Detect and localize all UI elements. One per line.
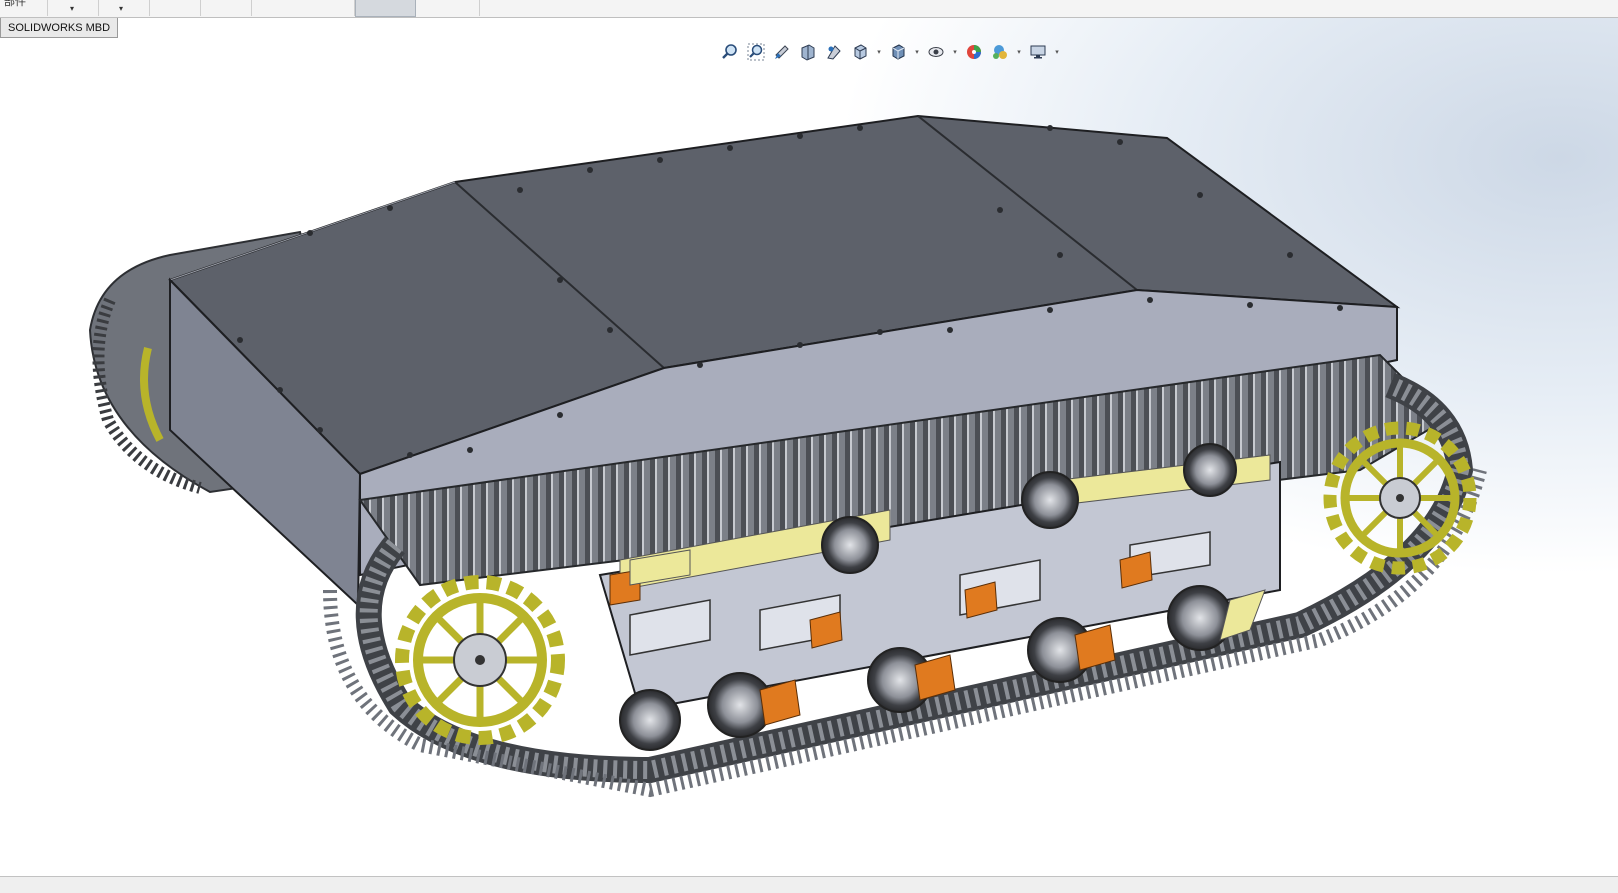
toolbar-slot-4[interactable] (416, 0, 480, 16)
display-state-dropdown[interactable]: ▾ (99, 0, 150, 16)
chevron-down-icon: ▾ (70, 4, 75, 13)
toolbar-slot-3[interactable] (252, 0, 355, 16)
command-manager-strip: 部件 ▾ ▾ (0, 0, 1618, 18)
mbd-tab-label: SOLIDWORKS MBD (8, 22, 111, 34)
solidworks-mbd-tab[interactable]: SOLIDWORKS MBD (0, 18, 119, 38)
view-settings-icon[interactable] (1026, 41, 1050, 63)
tracked-chassis-model[interactable] (0, 18, 1618, 876)
front-sprocket (1323, 421, 1477, 575)
section-view-icon[interactable] (796, 41, 820, 63)
previous-view-icon[interactable] (770, 41, 794, 63)
status-bar (0, 876, 1618, 893)
toolbar-slot-active[interactable] (355, 0, 416, 17)
part-tab[interactable]: 部件 (0, 0, 48, 16)
toolbar-slot-1[interactable] (150, 0, 201, 16)
rear-sprocket (395, 575, 565, 745)
display-style-dropdown[interactable]: ▾ (912, 41, 922, 63)
view-orientation-dropdown[interactable]: ▾ (874, 41, 884, 63)
zoom-to-fit-icon[interactable] (718, 41, 742, 63)
view-orientation-icon[interactable] (848, 41, 872, 63)
hide-show-items-icon[interactable] (924, 41, 948, 63)
graphics-area[interactable]: SOLIDWORKS MBD ▾ ▾ ▾ ▾ ▾ (0, 18, 1618, 876)
apply-scene-icon[interactable] (988, 41, 1012, 63)
part-tab-label: 部件 (4, 0, 26, 8)
apply-scene-dropdown[interactable]: ▾ (1014, 41, 1024, 63)
config-dropdown[interactable]: ▾ (48, 0, 99, 16)
edit-appearance-icon[interactable] (962, 41, 986, 63)
chevron-down-icon: ▾ (119, 4, 124, 13)
dynamic-annotation-views-icon[interactable] (822, 41, 846, 63)
view-settings-dropdown[interactable]: ▾ (1052, 41, 1062, 63)
heads-up-view-toolbar: ▾ ▾ ▾ ▾ ▾ (718, 40, 1062, 64)
zoom-to-area-icon[interactable] (744, 41, 768, 63)
toolbar-slot-2[interactable] (201, 0, 252, 16)
hide-show-dropdown[interactable]: ▾ (950, 41, 960, 63)
display-style-icon[interactable] (886, 41, 910, 63)
